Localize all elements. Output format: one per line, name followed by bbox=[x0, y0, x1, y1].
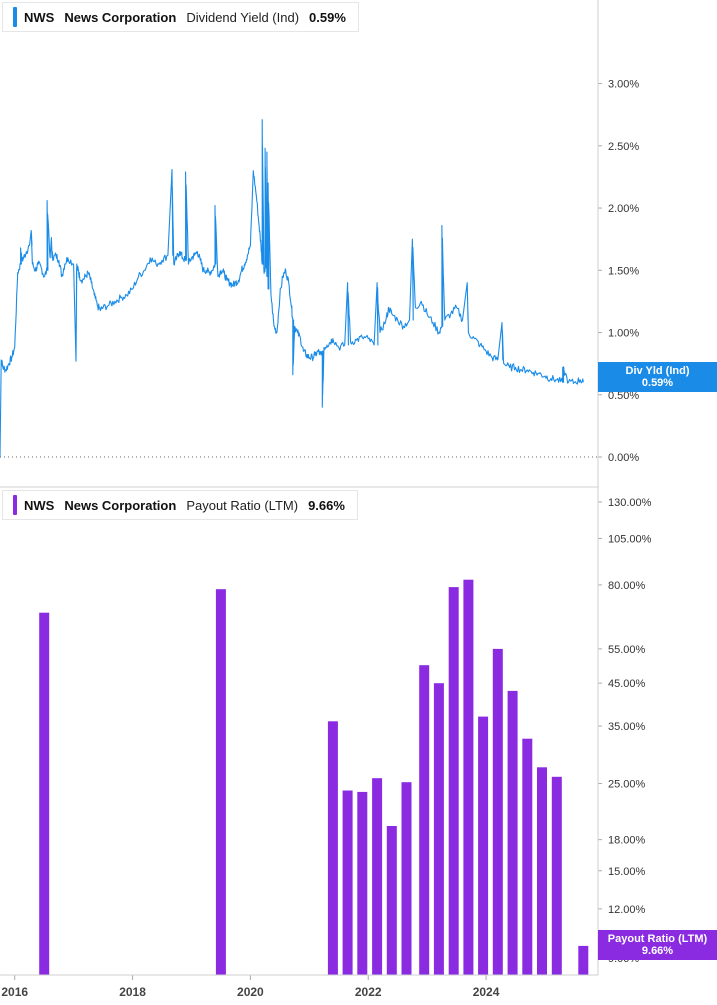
y-tick-label: 18.00% bbox=[608, 835, 646, 847]
x-tick-label: 2022 bbox=[355, 985, 382, 999]
payout-ratio-panel: 9.00%12.00%15.00%18.00%25.00%35.00%45.00… bbox=[39, 497, 652, 975]
payout-ratio-last-value-flag: Payout Ratio (LTM) 9.66% bbox=[598, 930, 717, 960]
flag-value: 0.59% bbox=[641, 377, 674, 389]
y-tick-label: 1.50% bbox=[608, 265, 639, 277]
flag-label: Div Yld (Ind) bbox=[625, 365, 690, 377]
payout-bar bbox=[522, 738, 533, 975]
y-tick-label: 35.00% bbox=[608, 721, 646, 733]
y-tick-label: 15.00% bbox=[608, 866, 646, 878]
payout-bar bbox=[386, 826, 397, 975]
payout-bar bbox=[448, 587, 459, 975]
payout-bar bbox=[537, 767, 547, 975]
legend-value: 0.59% bbox=[309, 9, 346, 25]
x-tick-label: 2016 bbox=[1, 985, 28, 999]
payout-bar bbox=[463, 579, 474, 975]
payout-bar bbox=[433, 683, 444, 975]
payout-bar bbox=[327, 721, 338, 975]
y-tick-label: 2.50% bbox=[608, 141, 639, 153]
payout-bar bbox=[357, 791, 368, 975]
legend-ticker: NWS bbox=[24, 497, 55, 513]
legend-metric: Payout Ratio (LTM) bbox=[186, 497, 299, 513]
x-tick-label: 2018 bbox=[119, 985, 146, 999]
y-tick-label: 0.00% bbox=[608, 452, 639, 464]
legend-company: News Corporation bbox=[64, 497, 177, 513]
legend-swatch bbox=[13, 495, 17, 515]
legend-company: News Corporation bbox=[64, 9, 177, 25]
x-tick-label: 2024 bbox=[473, 985, 500, 999]
legend-metric: Dividend Yield (Ind) bbox=[186, 9, 300, 25]
payout-bar bbox=[419, 665, 430, 975]
legend-swatch bbox=[13, 7, 17, 27]
y-tick-label: 130.00% bbox=[608, 497, 652, 509]
payout-bar bbox=[507, 690, 518, 975]
dividend-yield-legend: NWS News Corporation Dividend Yield (Ind… bbox=[2, 2, 359, 32]
y-tick-label: 2.00% bbox=[608, 203, 639, 215]
payout-bar bbox=[492, 648, 503, 975]
payout-bar bbox=[372, 778, 383, 975]
payout-bar bbox=[551, 776, 562, 975]
flag-label: Payout Ratio (LTM) bbox=[607, 933, 708, 945]
dividend-yield-panel: 0.00%0.50%1.00%1.50%2.00%2.50%3.00% bbox=[0, 79, 639, 464]
y-tick-label: 25.00% bbox=[608, 779, 646, 791]
legend-value: 9.66% bbox=[308, 497, 345, 513]
y-tick-label: 105.00% bbox=[608, 533, 652, 545]
payout-ratio-legend: NWS News Corporation Payout Ratio (LTM) … bbox=[2, 490, 358, 520]
x-tick-label: 2020 bbox=[237, 985, 264, 999]
x-axis: 2016 2018 2020 2022 2024 bbox=[1, 975, 500, 999]
flag-value: 9.66% bbox=[641, 945, 674, 957]
payout-bar bbox=[401, 782, 412, 975]
payout-bar bbox=[478, 716, 489, 975]
y-tick-label: 45.00% bbox=[608, 678, 646, 690]
legend-ticker: NWS bbox=[24, 9, 55, 25]
payout-bar bbox=[39, 612, 50, 975]
dividend-yield-line bbox=[0, 119, 584, 458]
payout-bar bbox=[578, 945, 589, 975]
y-tick-label: 12.00% bbox=[608, 904, 646, 916]
payout-bar bbox=[342, 790, 353, 975]
y-tick-label: 55.00% bbox=[608, 644, 646, 656]
y-tick-label: 80.00% bbox=[608, 580, 646, 592]
y-tick-label: 3.00% bbox=[608, 79, 639, 91]
payout-bar bbox=[215, 589, 226, 975]
y-tick-label: 1.00% bbox=[608, 328, 639, 340]
dividend-yield-last-value-flag: Div Yld (Ind) 0.59% bbox=[598, 362, 717, 392]
